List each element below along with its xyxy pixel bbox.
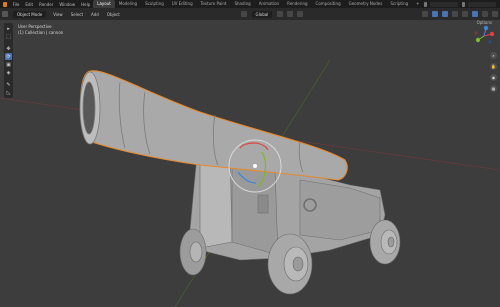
add-workspace-button[interactable]: + bbox=[412, 0, 423, 8]
tab-compositing[interactable]: Compositing bbox=[312, 0, 345, 8]
tab-rendering[interactable]: Rendering bbox=[283, 0, 311, 8]
measure-icon[interactable]: ◺ bbox=[5, 89, 12, 96]
zoom-icon[interactable]: ⌕ bbox=[490, 52, 497, 59]
move-icon[interactable]: ✥ bbox=[5, 45, 12, 52]
blender-logo-icon[interactable] bbox=[3, 1, 7, 7]
tab-scripting[interactable]: Scripting bbox=[386, 0, 412, 8]
viewport-3d[interactable] bbox=[0, 20, 500, 307]
perspective-toggle-icon[interactable]: ▦ bbox=[490, 85, 497, 92]
tab-layout[interactable]: Layout bbox=[93, 0, 115, 8]
menu-edit[interactable]: Edit bbox=[22, 2, 36, 7]
top-menubar: File Edit Render Window Help Layout Mode… bbox=[0, 0, 500, 8]
menu-render[interactable]: Render bbox=[36, 2, 56, 7]
tab-modeling[interactable]: Modeling bbox=[115, 0, 141, 8]
tool-separator bbox=[4, 41, 13, 44]
tool-shelf: ▸ ⬚ ✥ ⟳ ▣ ◈ ✎ ◺ bbox=[4, 23, 13, 98]
viewport-info: User Perspective (1) Collection | cannon bbox=[18, 24, 63, 36]
select-box-icon[interactable]: ⬚ bbox=[5, 33, 12, 40]
tab-geometry-nodes[interactable]: Geometry Nodes bbox=[345, 0, 387, 8]
menu-file[interactable]: File bbox=[10, 2, 23, 7]
tab-texture-paint[interactable]: Texture Paint bbox=[197, 0, 231, 8]
tab-shading[interactable]: Shading bbox=[230, 0, 254, 8]
collection-label: (1) Collection | cannon bbox=[18, 30, 64, 35]
navigation-buttons: ⌕ ✋ ◉ ▦ bbox=[490, 52, 498, 96]
view-layer-icon[interactable] bbox=[461, 1, 466, 7]
transform-icon[interactable]: ◈ bbox=[5, 69, 12, 76]
camera-view-icon[interactable]: ◉ bbox=[490, 74, 497, 81]
tab-sculpting[interactable]: Sculpting bbox=[141, 0, 168, 8]
pan-hand-icon[interactable]: ✋ bbox=[490, 63, 497, 70]
scale-icon[interactable]: ▣ bbox=[5, 61, 12, 68]
scene-selector[interactable] bbox=[430, 1, 458, 7]
navigation-gizmo[interactable] bbox=[472, 24, 496, 48]
tab-uv-editing[interactable]: UV Editing bbox=[168, 0, 197, 8]
scene-icon[interactable] bbox=[423, 1, 428, 7]
rotate-icon[interactable]: ⟳ bbox=[5, 53, 12, 60]
tab-animation[interactable]: Animation bbox=[255, 0, 283, 8]
view-layer-selector[interactable] bbox=[468, 1, 497, 7]
annotate-icon[interactable]: ✎ bbox=[5, 81, 12, 88]
tool-separator-2 bbox=[4, 77, 13, 80]
menu-help[interactable]: Help bbox=[78, 2, 93, 7]
cursor-icon[interactable]: ▸ bbox=[5, 25, 12, 32]
menu-window[interactable]: Window bbox=[56, 2, 78, 7]
